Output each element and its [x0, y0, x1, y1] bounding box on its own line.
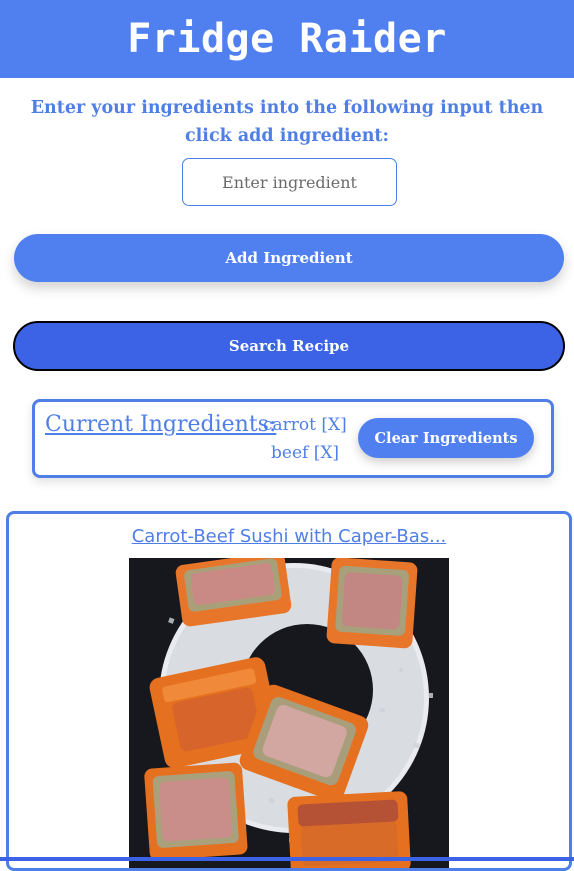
current-ingredients-panel: Current Ingredients: carrot [X] beef [X]…: [32, 399, 554, 478]
clear-ingredients-button[interactable]: Clear Ingredients: [358, 418, 534, 458]
search-recipe-button[interactable]: Search Recipe: [13, 321, 565, 371]
recipe-card: Carrot-Beef Sushi with Caper-Bas...: [6, 511, 572, 871]
ingredient-item-beef[interactable]: beef [X]: [271, 442, 339, 464]
sushi-photo-illustration: [129, 558, 449, 868]
ingredient-item-carrot[interactable]: carrot [X]: [263, 414, 347, 436]
add-ingredient-button[interactable]: Add Ingredient: [14, 234, 564, 282]
app-title: Fridge Raider: [127, 16, 447, 62]
ingredient-input[interactable]: [182, 158, 397, 206]
instructions-text: Enter your ingredients into the followin…: [30, 98, 544, 146]
current-ingredients-heading: Current Ingredients:: [45, 412, 277, 437]
app-header: Fridge Raider: [0, 0, 574, 78]
bottom-divider: [0, 857, 574, 861]
recipe-image[interactable]: [129, 558, 449, 868]
recipe-title-link[interactable]: Carrot-Beef Sushi with Caper-Bas...: [9, 526, 569, 547]
